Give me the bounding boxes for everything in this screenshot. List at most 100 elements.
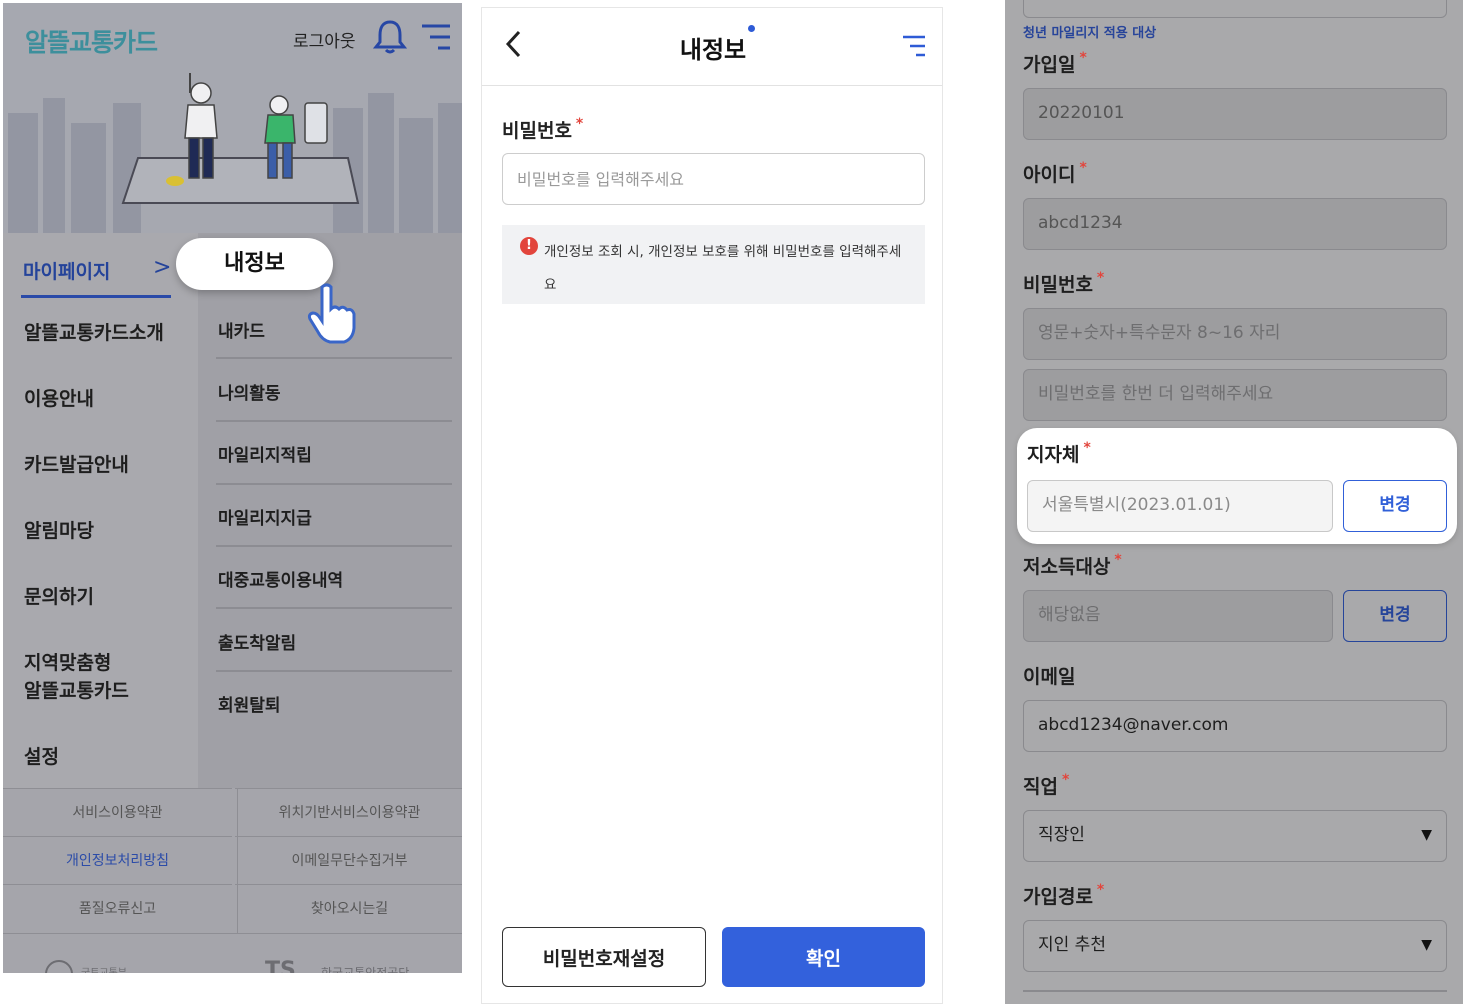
footer-link-privacy[interactable]: 개인정보처리방침	[3, 836, 232, 884]
region-label: 지자체 *	[1027, 440, 1091, 467]
footer-links: 서비스이용약관 위치기반서비스이용약관 개인정보처리방침 이메일무단수집거부 품…	[3, 788, 462, 933]
menu-item-inquiry[interactable]: 문의하기	[24, 583, 94, 611]
mypage-tab[interactable]: 마이페이지	[23, 257, 110, 284]
required-mark: *	[575, 116, 584, 132]
footer-link-location-terms[interactable]: 위치기반서비스이용약관	[235, 788, 462, 836]
submenu-my-activity[interactable]: 나의활동	[218, 379, 281, 404]
required-mark: *	[1079, 50, 1087, 66]
region-field: 서울특별시(2023.01.01)	[1027, 480, 1333, 532]
app-logo[interactable]: 알뜰교통카드	[25, 23, 158, 59]
password-input[interactable]	[502, 153, 925, 205]
dropdown-caret-icon: ▼	[1421, 827, 1432, 843]
id-field: abcd1234	[1023, 198, 1447, 250]
required-mark: *	[1114, 552, 1122, 568]
email-label: 이메일	[1023, 666, 1076, 688]
submenu-divider	[216, 545, 452, 547]
region-highlight: 지자체 * 서울특별시(2023.01.01) 변경	[1017, 428, 1457, 544]
password-reset-button[interactable]: 비밀번호재설정	[502, 927, 706, 987]
menu-header: 알뜰교통카드 로그아웃	[3, 3, 462, 233]
menu-item-usage-guide[interactable]: 이용안내	[24, 385, 94, 413]
footer-link-terms[interactable]: 서비스이용약관	[3, 788, 232, 836]
page-title: 내정보	[679, 36, 747, 64]
job-select[interactable]: 직장인 ▼	[1023, 810, 1447, 862]
previous-field	[1023, 0, 1447, 18]
footer-logos: 국토교통부 TS 한국교통안전공단	[3, 933, 462, 973]
submenu-mileage-earn[interactable]: 마일리지적립	[218, 441, 312, 466]
submenu-transit-history[interactable]: 대중교통이용내역	[218, 566, 343, 591]
privacy-notice: ! 개인정보 조회 시, 개인정보 보호를 위해 비밀번호를 입력해주세요	[502, 225, 925, 304]
join-date-field: 20220101	[1023, 88, 1447, 140]
bell-icon[interactable]	[373, 19, 407, 55]
ministry-logo-text: 국토교통부	[81, 964, 127, 973]
id-label: 아이디 *	[1023, 160, 1087, 187]
job-label-text: 직업	[1023, 776, 1058, 798]
footer-link-quality-report[interactable]: 품질오류신고	[3, 884, 232, 932]
low-income-field: 해당없음	[1023, 590, 1333, 642]
mypage-underline	[21, 295, 171, 298]
menu-screen: 알뜰교통카드 로그아웃 마이페이지 > 알뜰교통카드소개 이용안내 카드발급안내…	[3, 3, 462, 973]
notification-dot	[748, 25, 755, 32]
signup-route-label-text: 가입경로	[1023, 886, 1093, 908]
id-label-text: 아이디	[1023, 164, 1076, 186]
low-income-label: 저소득대상 *	[1023, 552, 1122, 579]
youth-mileage-note: 청년 마일리지 적용 대상	[1023, 26, 1157, 41]
email-field[interactable]: abcd1234@naver.com	[1023, 700, 1447, 752]
signup-route-label: 가입경로 *	[1023, 882, 1104, 909]
submenu-divider	[216, 483, 452, 485]
bottom-divider	[1023, 990, 1447, 992]
required-mark: *	[1061, 772, 1070, 788]
menu-item-card-intro[interactable]: 알뜰교통카드소개	[24, 319, 164, 347]
job-select-value: 직장인	[1038, 825, 1085, 845]
pointer-hand-icon	[307, 283, 356, 344]
password-label: 비밀번호 *	[502, 116, 583, 143]
menu-item-notices[interactable]: 알림마당	[24, 517, 94, 545]
join-date-label-text: 가입일	[1023, 54, 1076, 76]
menu-item-regional-card[interactable]: 지역맞춤형 알뜰교통카드	[24, 649, 129, 705]
signup-route-select-value: 지인 추천	[1038, 935, 1106, 955]
ministry-logo-icon	[45, 960, 73, 973]
password-label-text: 비밀번호	[1023, 274, 1093, 296]
signup-route-select[interactable]: 지인 추천 ▼	[1023, 920, 1447, 972]
region-change-button[interactable]: 변경	[1343, 480, 1447, 532]
hamburger-menu-icon[interactable]	[420, 23, 452, 51]
low-income-change-button[interactable]: 변경	[1343, 590, 1447, 642]
footer-link-directions[interactable]: 찾아오시는길	[235, 884, 462, 932]
menu-item-card-issue[interactable]: 카드발급안내	[24, 451, 129, 479]
chevron-right-icon: >	[153, 255, 172, 280]
submenu-my-card[interactable]: 내카드	[218, 317, 265, 342]
required-mark: *	[1079, 160, 1087, 176]
hamburger-menu-icon[interactable]	[901, 34, 927, 58]
header-divider	[482, 85, 942, 86]
profile-form-screen: 청년 마일리지 적용 대상 가입일 * 20220101 아이디 * abcd123…	[1005, 0, 1463, 1004]
notice-text: 개인정보 조회 시, 개인정보 보호를 위해 비밀번호를 입력해주세요	[544, 244, 902, 293]
region-label-text: 지자체	[1027, 444, 1080, 466]
submenu-divider	[216, 670, 452, 672]
password-label: 비밀번호 *	[1023, 270, 1104, 297]
alert-icon: !	[520, 237, 538, 255]
submenu-divider	[216, 357, 452, 359]
required-mark: *	[1096, 270, 1105, 286]
password-label-text: 비밀번호	[502, 120, 572, 142]
job-label: 직업 *	[1023, 772, 1069, 799]
required-mark: *	[1083, 440, 1091, 456]
submenu-mileage-pay[interactable]: 마일리지지급	[218, 504, 312, 529]
submenu-arrival-alert[interactable]: 출도착알림	[218, 629, 296, 654]
join-date-label: 가입일 *	[1023, 50, 1087, 77]
confirm-button[interactable]: 확인	[722, 927, 925, 987]
ts-logo-icon: TS	[265, 958, 296, 973]
footer-divider	[237, 788, 238, 933]
ts-logo-text: 한국교통안전공단	[321, 966, 410, 973]
submenu-divider	[216, 420, 452, 422]
password-check-screen: 내정보 비밀번호 * ! 개인정보 조회 시, 개인정보 보호를 위해 비밀번호를…	[481, 7, 943, 1004]
commuters-illustration	[8, 73, 462, 233]
logout-link[interactable]: 로그아웃	[293, 27, 356, 52]
footer-link-email-refusal[interactable]: 이메일무단수집거부	[235, 836, 462, 884]
password-confirm-field[interactable]: 비밀번호를 한번 더 입력해주세요	[1023, 369, 1447, 421]
low-income-label-text: 저소득대상	[1023, 556, 1111, 578]
required-mark: *	[1096, 882, 1105, 898]
menu-item-settings[interactable]: 설정	[24, 743, 59, 771]
submenu-divider	[216, 607, 452, 609]
submenu-withdraw[interactable]: 회원탈퇴	[218, 691, 281, 716]
dropdown-caret-icon: ▼	[1421, 937, 1432, 953]
password-field[interactable]: 영문+숫자+특수문자 8~16 자리	[1023, 308, 1447, 360]
